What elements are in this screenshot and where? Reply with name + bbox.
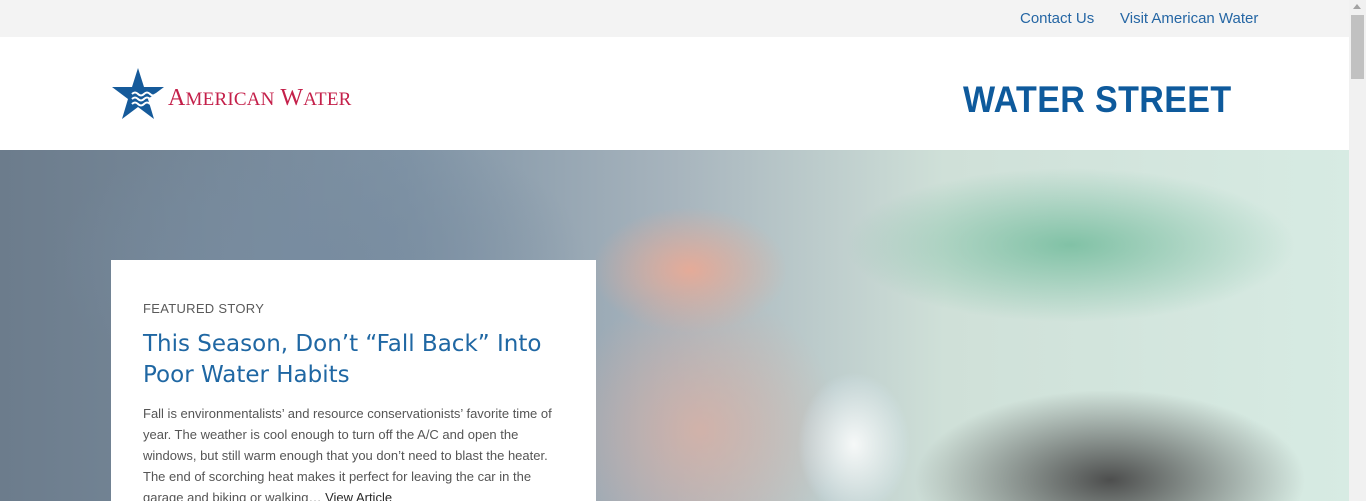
water-street-title[interactable]: WATER STREET: [963, 79, 1232, 121]
featured-story-excerpt: Fall is environmentalists’ and resource …: [143, 403, 564, 501]
contact-us-link[interactable]: Contact Us: [1020, 10, 1094, 27]
water-splash: [740, 360, 930, 501]
excerpt-text: Fall is environmentalists’ and resource …: [143, 406, 552, 501]
site-header: AMERICAN WATER WATER STREET: [0, 37, 1349, 150]
star-water-logo-icon: [112, 68, 164, 119]
visit-american-water-link[interactable]: Visit American Water: [1120, 10, 1258, 27]
page-scrollbar[interactable]: [1349, 0, 1366, 501]
utility-bar: Contact Us Visit American Water: [0, 0, 1349, 37]
logo-wordmark: AMERICAN WATER: [168, 85, 352, 111]
featured-story-title[interactable]: This Season, Don’t “Fall Back” Into Poor…: [143, 329, 564, 391]
featured-story-label: FEATURED STORY: [143, 301, 265, 316]
featured-story-card: FEATURED STORY This Season, Don’t “Fall …: [111, 260, 596, 501]
scroll-up-icon[interactable]: [1353, 4, 1361, 9]
american-water-logo[interactable]: AMERICAN WATER: [110, 67, 400, 123]
view-article-link[interactable]: View Article: [325, 490, 392, 501]
scrollbar-thumb[interactable]: [1351, 15, 1364, 79]
